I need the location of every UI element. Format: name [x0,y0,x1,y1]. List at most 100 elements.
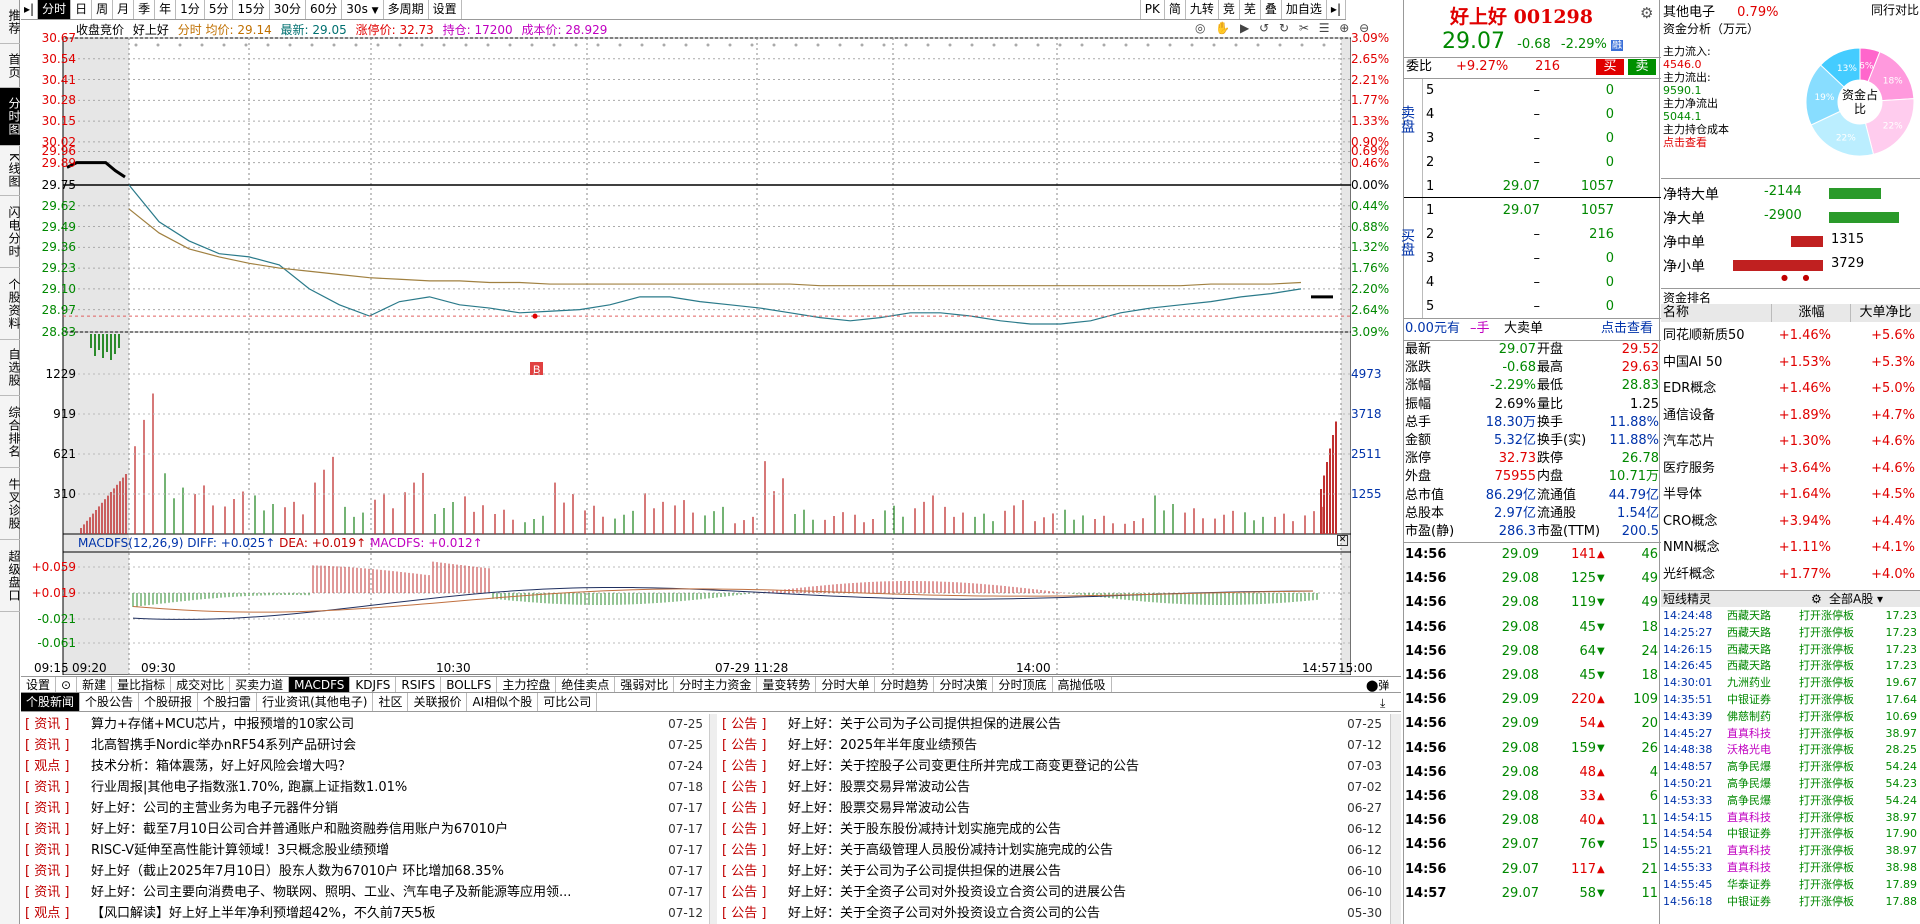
news-title[interactable]: 好上好：公司的主营业务为电子元器件分销 [91,798,661,819]
news-item[interactable]: [ 资讯 ] 好上好（截止2025年7月10日）股东人数为67010户 环比增加6… [21,861,709,882]
nav-ranking[interactable]: 综合排名 [0,396,21,468]
indicator-tab[interactable]: 分时决策 [934,677,994,692]
news-item[interactable]: [ 观点 ] 【风口解读】好上好上半年净利预增超42%，不久前7天5板 07-12 [21,903,709,924]
short-stock[interactable]: 西藏天路 [1727,642,1771,658]
period-5min[interactable]: 5分 [205,0,234,19]
auction-button[interactable]: 竞 [1219,0,1240,19]
indicator-tab[interactable]: 量比指标 [112,677,172,692]
book-row[interactable]: 5 – 0 [1404,80,1661,102]
news-title[interactable]: 好上好：股票交易异常波动公告 [788,777,1340,798]
nav-home[interactable]: 首页 [0,44,21,88]
short-stock[interactable]: 高争民爆 [1727,759,1771,775]
gear-icon[interactable]: ⚙ [1640,4,1653,22]
short-row[interactable]: 14:45:27 直真科技 打开涨停板 38.97 [1661,726,1920,742]
short-stock[interactable]: 直真科技 [1727,843,1771,859]
news-title[interactable]: 好上好：关于股东股份减持计划实施完成的公告 [788,819,1340,840]
period-30s-select[interactable]: 30s ▼ [342,0,384,19]
news-title[interactable]: RISC-V延伸至高性能计算领域！3只概念股业绩预增 [91,840,661,861]
news-tab[interactable]: 个股研报 [139,693,199,711]
news-item[interactable]: [ 公告 ] 好上好：关于全资子公司对外投资设立合资公司的进展公告 06-10 [718,882,1388,903]
rank-name[interactable]: CRO概念 [1663,509,1717,535]
short-row[interactable]: 14:25:27 西藏天路 打开涨停板 17.23 [1661,625,1920,641]
news-title[interactable]: 好上好（截止2025年7月10日）股东人数为67010户 环比增加68.35% [91,861,661,882]
settings-button[interactable]: 设置 [429,0,462,19]
news-item[interactable]: [ 公告 ] 好上好：关于控股子公司变更住所并完成工商变更登记的公告 07-03 [718,756,1388,777]
indicator-tab[interactable]: 主力控盘 [497,677,557,692]
news-item[interactable]: [ 资讯 ] 算力+存储+MCU芯片，中报预增的10家公司 07-25 [21,714,709,735]
rank-name[interactable]: EDR概念 [1663,376,1716,402]
indicator-tab[interactable]: 分时大单 [816,677,876,692]
short-stock[interactable]: 中银证券 [1727,894,1771,910]
nine-turn-button[interactable]: 九转 [1186,0,1219,19]
short-row[interactable]: 14:55:21 直真科技 打开涨停板 38.97 [1661,843,1920,859]
book-row[interactable]: 2 – 0 [1404,152,1661,174]
download-icon[interactable]: ⤓ [1380,696,1385,711]
indicator-tab[interactable]: 设置 [21,677,57,692]
news-item[interactable]: [ 资讯 ] RISC-V延伸至高性能计算领域！3只概念股业绩预增 07-17 [21,840,709,861]
news-title[interactable]: 北高智携手Nordic举办nRF54系列产品研讨会 [91,735,661,756]
news-scrollbar-right[interactable] [1390,714,1401,924]
news-title[interactable]: 好上好：关于公司为子公司提供担保的进展公告 [788,714,1340,735]
nav-stock-profile[interactable]: 个股资料 [0,268,21,340]
short-stock[interactable]: 华泰证券 [1727,877,1771,893]
news-title[interactable]: 好上好：股票交易异常波动公告 [788,798,1340,819]
rank-row[interactable]: 同花顺新质50 +1.46% +5.6% [1661,323,1920,349]
nav-kline[interactable]: K线图 [0,146,21,196]
short-stock[interactable]: 沃格光电 [1727,742,1771,758]
short-stock[interactable]: 中银证券 [1727,826,1771,842]
short-row[interactable]: 14:24:48 西藏天路 打开涨停板 17.23 [1661,608,1920,624]
news-title[interactable]: 好上好：关于公司为子公司提供担保的进展公告 [788,861,1340,882]
close-macd-icon[interactable]: ✕ [1337,535,1348,546]
news-title[interactable]: 算力+存储+MCU芯片，中报预增的10家公司 [91,714,661,735]
short-stock[interactable]: 西藏天路 [1727,608,1771,624]
indicator-tab[interactable]: KDJFS [350,677,397,692]
news-title[interactable]: 好上好：2025年半年度业绩预告 [788,735,1340,756]
short-stock[interactable]: 直真科技 [1727,810,1771,826]
collapse-left-icon[interactable]: ▸| [21,0,39,19]
news-item[interactable]: [ 公告 ] 好上好：关于公司为子公司提供担保的进展公告 07-25 [718,714,1388,735]
short-row[interactable]: 14:55:33 直真科技 打开涨停板 38.98 [1661,860,1920,876]
rank-row[interactable]: 通信设备 +1.89% +4.7% [1661,403,1920,429]
short-filter[interactable]: 全部A股 ▾ [1829,591,1883,607]
news-tab[interactable]: 社区 [373,693,409,711]
nav-recommend[interactable]: 推荐 [0,0,21,44]
rank-name[interactable]: 同花顺新质50 [1663,323,1745,349]
period-day[interactable]: 日 [71,0,93,19]
multi-period-button[interactable]: 多周期 [384,0,429,19]
short-row[interactable]: 14:48:38 沃格光电 打开涨停板 28.25 [1661,742,1920,758]
news-title[interactable]: 好上好：公司主要向消费电子、物联网、照明、工业、汽车电子及新能源等应用领... [91,882,661,903]
indicator-tab[interactable]: 分时顶底 [993,677,1053,692]
period-60min[interactable]: 60分 [306,0,343,19]
news-item[interactable]: [ 公告 ] 好上好：关于高级管理人员股份减持计划实施完成的公告 06-12 [718,840,1388,861]
period-30min[interactable]: 30分 [270,0,307,19]
news-item[interactable]: [ 资讯 ] 好上好：截至7月10日公司合并普通账户和融资融券信用账户为67010… [21,819,709,840]
rank-row[interactable]: 光纤概念 +1.77% +4.0% [1661,562,1920,588]
period-1min[interactable]: 1分 [176,0,205,19]
news-tab[interactable]: 个股公告 [80,693,140,711]
indicator-tab[interactable]: 量变转势 [757,677,817,692]
news-tab[interactable]: 关联报价 [408,693,468,711]
book-row[interactable]: 3 – 0 [1404,248,1661,270]
news-item[interactable]: [ 资讯 ] 北高智携手Nordic举办nRF54系列产品研讨会 07-25 [21,735,709,756]
news-item[interactable]: [ 公告 ] 好上好：关于股东股份减持计划实施完成的公告 06-12 [718,819,1388,840]
sector-name[interactable]: 其他电子 [1663,5,1715,20]
rank-name[interactable]: 中国AI 50 [1663,350,1722,376]
news-item[interactable]: [ 资讯 ] 行业周报|其他电子指数涨1.70%, 跑赢上证指数1.01% 07-1… [21,777,709,798]
news-item[interactable]: [ 资讯 ] 好上好：公司的主营业务为电子元器件分销 07-17 [21,798,709,819]
short-stock[interactable]: 中银证券 [1727,692,1771,708]
news-item[interactable]: [ 公告 ] 好上好：股票交易异常波动公告 07-02 [718,777,1388,798]
news-tab[interactable]: AI相似个股 [467,693,539,711]
rank-name[interactable]: 通信设备 [1663,403,1715,429]
short-stock[interactable]: 高争民爆 [1727,793,1771,809]
indicator-tab[interactable]: 分时趋势 [875,677,935,692]
popup-toggle[interactable]: ⬤弹 [1366,677,1389,693]
nav-intraday[interactable]: 分时图 [0,88,21,146]
indicator-tab[interactable]: 高抛低吸 [1053,677,1112,692]
news-item[interactable]: [ 公告 ] 好上好：2025年半年度业绩预告 07-12 [718,735,1388,756]
period-quarter[interactable]: 季 [134,0,156,19]
book-row[interactable]: 2 – 216 [1404,224,1661,246]
period-month[interactable]: 月 [113,0,135,19]
short-stock[interactable]: 九洲药业 [1727,675,1771,691]
news-scrollbar-left[interactable] [709,714,717,924]
news-tab[interactable]: 可比公司 [538,693,598,711]
